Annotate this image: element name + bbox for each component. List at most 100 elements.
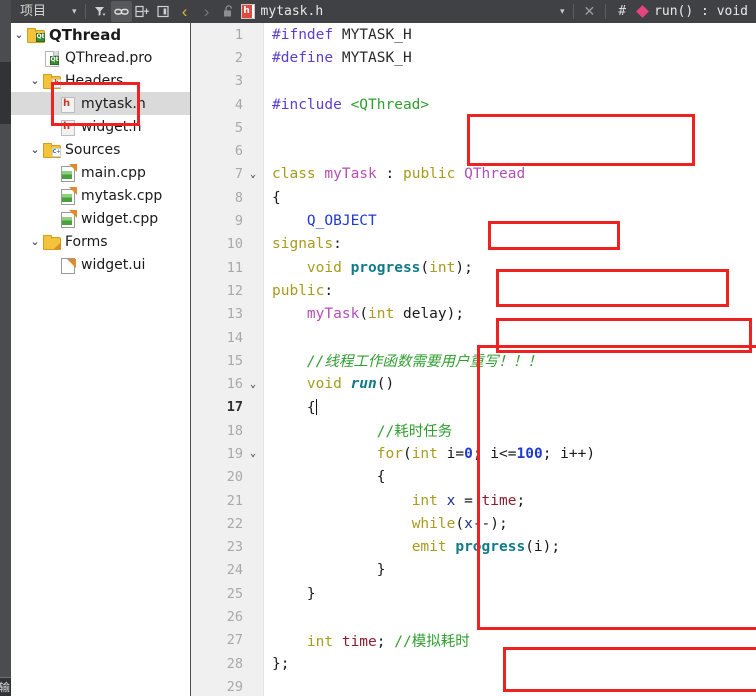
line-number: 21 <box>226 492 243 509</box>
code-editor[interactable]: 1 #ifndef MYTASK_H 2 #define MYTASK_H 3 4 #inc… <box>191 23 756 696</box>
navigate-forward-button[interactable]: › <box>196 0 218 23</box>
code-token: = <box>455 492 482 509</box>
code-token: } <box>306 585 316 602</box>
code-token: Q_OBJECT <box>306 213 377 230</box>
code-line[interactable]: 2 #define MYTASK_H <box>191 46 756 69</box>
link-icon[interactable] <box>110 1 132 22</box>
ui-file-icon <box>59 257 76 274</box>
code-token: } <box>376 562 386 579</box>
chevron-down-icon[interactable]: ⌄ <box>27 143 43 156</box>
code-token: ( <box>455 515 465 532</box>
code-line[interactable]: 15 //线程工作函数需要用户重写！！！ <box>191 349 756 372</box>
fold-chevron-icon[interactable]: ⌄ <box>243 448 263 459</box>
unlock-icon[interactable] <box>218 1 239 22</box>
code-line[interactable]: 23 emit progress(i); <box>191 536 756 559</box>
fold-chevron-icon[interactable]: ⌄ <box>243 379 263 390</box>
tree-item-qthread[interactable]: ⌄ Qt QThread <box>11 23 191 46</box>
code-token: void <box>306 259 351 276</box>
code-token: class <box>272 166 325 183</box>
tree-item-qthread-pro[interactable]: Qt QThread.pro <box>11 46 191 69</box>
code-line[interactable]: 4 #include <QThread> <box>191 93 756 116</box>
tree-item-widget-cpp[interactable]: widget.cpp <box>11 207 191 230</box>
code-line[interactable]: 9 Q_OBJECT <box>191 209 756 232</box>
code-text: void run() <box>263 376 394 392</box>
code-line[interactable]: 17 { <box>191 396 756 419</box>
code-text: Q_OBJECT <box>263 213 377 229</box>
rail-active-tab[interactable] <box>0 62 11 124</box>
code-line[interactable]: 22 while(x--); <box>191 512 756 535</box>
code-line[interactable]: 13 myTask(int delay); <box>191 303 756 326</box>
line-number: 29 <box>226 678 243 695</box>
chevron-down-icon[interactable]: ⌄ <box>27 74 43 87</box>
code-line[interactable]: 25 } <box>191 582 756 605</box>
tree-item-forms[interactable]: ⌄ Forms <box>11 230 191 253</box>
code-token: }; <box>272 655 290 672</box>
code-line[interactable]: 20 { <box>191 466 756 489</box>
chevron-down-icon[interactable]: ⌄ <box>27 235 43 248</box>
code-line[interactable]: 27 int time; //模拟耗时 <box>191 629 756 652</box>
code-line[interactable]: 6 <box>191 139 756 162</box>
code-line[interactable]: 14 <box>191 326 756 349</box>
fold-chevron-icon[interactable]: ⌄ <box>243 169 263 180</box>
split-add-icon[interactable] <box>132 1 153 22</box>
code-token: for <box>376 445 403 462</box>
tree-item-sources[interactable]: ⌄ C+ Sources <box>11 138 191 161</box>
code-line[interactable]: 10 signals: <box>191 233 756 256</box>
code-token: emit <box>411 539 456 556</box>
panel-icon[interactable] <box>153 1 174 22</box>
code-line[interactable]: 21 int x = time; <box>191 489 756 512</box>
tree-item-widget-ui[interactable]: widget.ui <box>11 253 191 276</box>
code-text: { <box>263 469 386 485</box>
tree-item-label: mytask.h <box>81 95 146 112</box>
code-line[interactable]: 12 public: <box>191 279 756 302</box>
tree-item-main-cpp[interactable]: main.cpp <box>11 161 191 184</box>
code-token: void <box>306 376 351 393</box>
code-line[interactable]: 8{ <box>191 186 756 209</box>
file-list-chevron-icon[interactable]: ▾ <box>560 0 565 23</box>
tree-item-label: widget.cpp <box>81 210 159 227</box>
line-number: 18 <box>226 422 243 439</box>
code-line[interactable]: 1 #ifndef MYTASK_H <box>191 23 756 46</box>
code-line[interactable]: 18 //耗时任务 <box>191 419 756 442</box>
code-line[interactable]: 16 ⌄ void run() <box>191 372 756 395</box>
tree-item-widget-h[interactable]: h widget.h <box>11 115 191 138</box>
chevron-down-icon[interactable]: ▾ <box>72 0 77 23</box>
folder-ui-icon <box>43 234 61 250</box>
tree-item-mytask-h[interactable]: h mytask.h <box>11 92 191 115</box>
code-text: for(int i=0; i<=100; i++) <box>263 446 595 462</box>
code-line[interactable]: 7 ⌄ class myTask : public QThread <box>191 163 756 186</box>
code-line[interactable]: 5 <box>191 116 756 139</box>
project-selector-label[interactable]: 项目 <box>11 0 46 23</box>
line-number: 6 <box>234 143 243 160</box>
hash-icon[interactable]: # <box>610 4 634 19</box>
code-token: #ifndef <box>272 26 342 43</box>
code-line[interactable]: 24 } <box>191 559 756 582</box>
toolbar-divider-2 <box>572 4 574 19</box>
rail-output-tab[interactable]: 输 <box>0 678 11 696</box>
code-line[interactable]: 29 <box>191 675 756 696</box>
close-file-button[interactable]: ✕ <box>578 3 602 20</box>
tree-item-label: main.cpp <box>81 164 146 181</box>
code-line[interactable]: 28}; <box>191 652 756 675</box>
navigate-back-button[interactable]: ‹ <box>174 0 196 23</box>
code-line[interactable]: 19 ⌄ for(int i=0; i<=100; i++) <box>191 442 756 465</box>
code-line[interactable]: 3 <box>191 70 756 93</box>
code-token: () <box>376 376 395 393</box>
code-token: ); <box>455 259 473 276</box>
filter-icon[interactable] <box>90 1 111 22</box>
open-file-tab[interactable]: h mytask.h <box>240 0 323 23</box>
code-token: <= <box>499 445 517 462</box>
h-file-badge-label: h <box>243 6 250 16</box>
code-line[interactable]: 26 <box>191 605 756 628</box>
chevron-down-icon[interactable]: ⌄ <box>11 28 27 41</box>
code-token: : <box>324 282 334 299</box>
code-line[interactable]: 11 void progress(int); <box>191 256 756 279</box>
code-token: run <box>350 376 377 393</box>
current-symbol-label[interactable]: run() : void <box>654 4 756 19</box>
tree-item-headers[interactable]: ⌄ h Headers <box>11 69 191 92</box>
tree-item-mytask-cpp[interactable]: mytask.cpp <box>11 184 191 207</box>
